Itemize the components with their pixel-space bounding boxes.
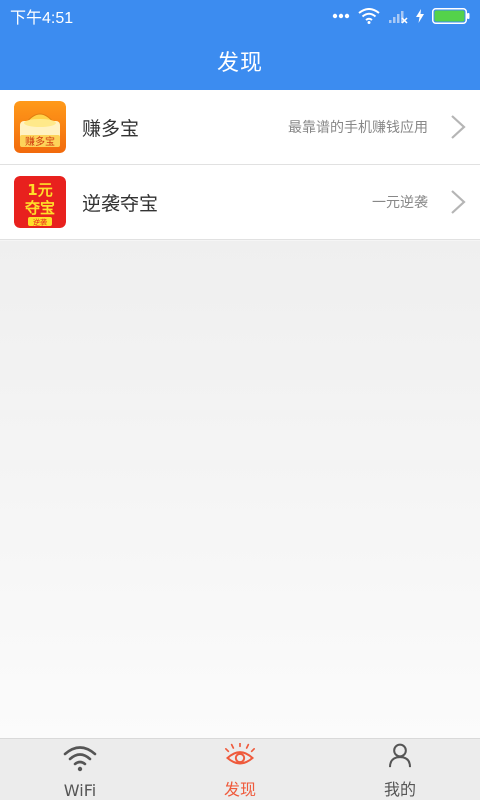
nixiduobao-icon-text-mid: 夺宝 <box>24 199 55 217</box>
status-time: 下午4:51 <box>10 10 74 27</box>
tab-label: WiFi <box>63 781 97 800</box>
wifi-icon <box>63 746 97 772</box>
battery-icon <box>432 8 470 24</box>
more-dots-icon <box>332 13 350 19</box>
wifi-icon <box>358 8 380 24</box>
page-title: 发现 <box>216 51 263 76</box>
zhuanduobao-icon-text: 赚多宝 <box>25 135 55 148</box>
nixiduobao-icon-text-top: 1元 <box>27 181 52 199</box>
tab-wifi[interactable]: WiFi <box>0 739 160 800</box>
list-item-description: 最靠谱的手机赚钱应用 <box>288 120 428 136</box>
header: 发现 <box>0 32 480 90</box>
eye-icon <box>225 743 255 765</box>
tab-discover[interactable]: 发现 <box>160 739 320 800</box>
list-item-nixiduobao[interactable]: 1元 夺宝 逆袭 逆袭夺宝 一元逆袭 <box>0 165 480 240</box>
list-item-zhuanduobao[interactable]: 赚多宝 赚多宝 最靠谱的手机赚钱应用 <box>0 90 480 165</box>
tab-label: 发现 <box>223 780 256 799</box>
list-item-label: 逆袭夺宝 <box>82 192 159 215</box>
chevron-right-icon <box>451 115 466 139</box>
tab-mine[interactable]: 我的 <box>320 739 480 800</box>
nixiduobao-app-icon: 1元 夺宝 逆袭 <box>14 176 66 228</box>
zhuanduobao-app-icon: 赚多宝 <box>14 101 66 153</box>
charging-icon <box>416 9 424 23</box>
signal-icon <box>389 11 408 24</box>
chevron-right-icon <box>451 190 466 214</box>
nixiduobao-icon-text-bottom: 逆袭 <box>33 218 47 227</box>
discover-list: 赚多宝 赚多宝 最靠谱的手机赚钱应用 1元 夺宝 逆袭 逆袭夺宝 一元逆袭 <box>0 90 480 240</box>
list-item-label: 赚多宝 <box>82 117 140 140</box>
tab-label: 我的 <box>383 780 416 799</box>
content-area <box>0 241 480 738</box>
status-bar: 下午4:51 <box>0 0 480 32</box>
user-icon <box>389 743 411 768</box>
bottom-nav: WiFi 发现 我的 <box>0 738 480 800</box>
status-icons <box>332 8 470 24</box>
list-item-description: 一元逆袭 <box>372 195 428 211</box>
